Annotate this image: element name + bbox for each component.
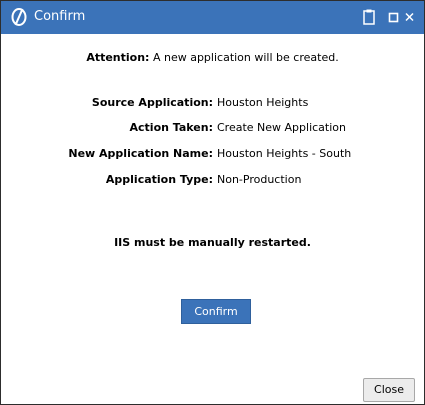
detail-row-source-application: Source Application: Houston Heights [1, 96, 424, 110]
detail-value: Houston Heights [217, 96, 309, 109]
detail-value: Create New Application [217, 121, 346, 134]
confirm-button[interactable]: Confirm [181, 299, 251, 324]
detail-value: Houston Heights - South [217, 147, 352, 160]
detail-label: Application Type: [105, 173, 213, 186]
dialog-body: Attention: A new application will be cre… [1, 34, 424, 404]
detail-label: Source Application: [91, 96, 213, 109]
app-logo-icon [9, 7, 29, 27]
detail-row-new-application-name: New Application Name: Houston Heights - … [1, 147, 424, 161]
detail-value: Non-Production [217, 173, 302, 186]
attention-text: A new application will be created. [152, 51, 339, 64]
detail-row-application-type: Application Type: Non-Production [1, 173, 424, 187]
close-button[interactable]: Close [363, 378, 415, 402]
attention-message: Attention: A new application will be cre… [1, 51, 424, 65]
detail-row-action-taken: Action Taken: Create New Application [1, 121, 424, 135]
detail-label: New Application Name: [68, 147, 213, 160]
restart-notice: IIS must be manually restarted. [114, 236, 311, 249]
dialog-title: Confirm [34, 9, 86, 24]
title-bar[interactable]: Confirm [1, 1, 424, 34]
attention-label: Attention: [86, 51, 150, 64]
detail-label: Action Taken: [129, 121, 214, 134]
clipboard-icon[interactable] [360, 7, 378, 27]
confirm-dialog: Confirm Attention: A new application wil… [0, 0, 425, 405]
close-icon[interactable] [403, 7, 421, 27]
